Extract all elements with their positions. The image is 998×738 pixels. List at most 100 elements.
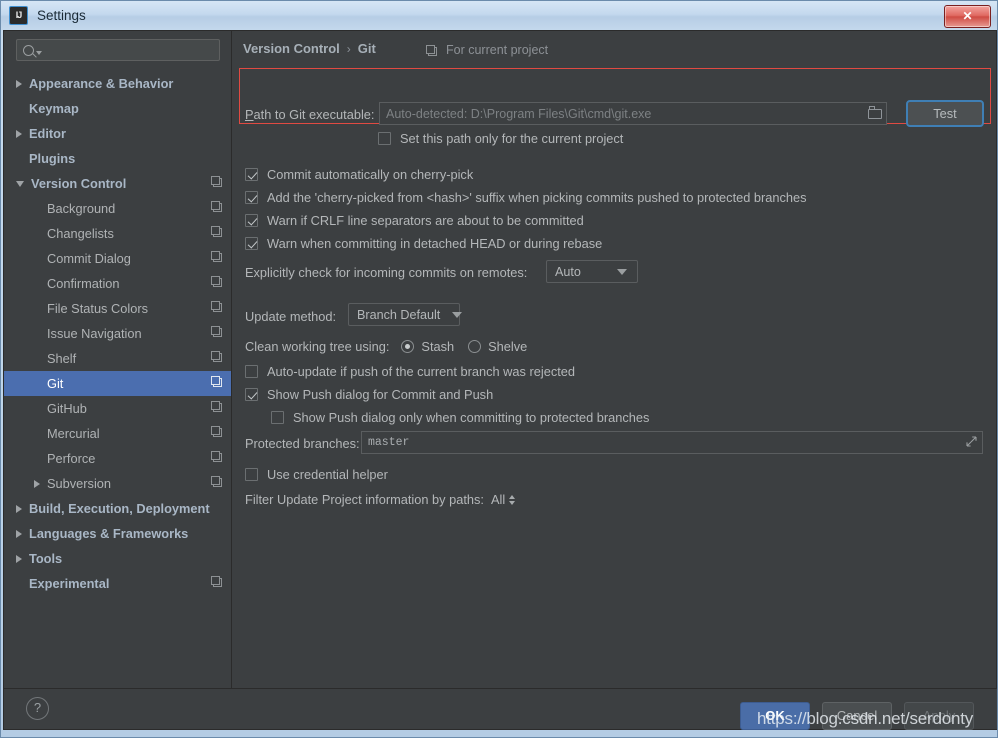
sidebar-item-commit-dialog[interactable]: Commit Dialog xyxy=(4,246,231,271)
copy-icon[interactable] xyxy=(211,426,222,437)
chevron-right-icon[interactable] xyxy=(16,504,22,513)
test-button[interactable]: Test xyxy=(906,100,984,127)
app-icon: IJ xyxy=(9,6,28,25)
copy-icon[interactable] xyxy=(211,251,222,262)
sidebar-item-tools[interactable]: Tools xyxy=(4,546,231,571)
checkbox-box xyxy=(245,388,258,401)
sidebar-item-editor[interactable]: Editor xyxy=(4,121,231,146)
ok-button[interactable]: OK xyxy=(740,702,810,730)
cancel-button[interactable]: Cancel xyxy=(822,702,892,730)
sidebar-item-shelf[interactable]: Shelf xyxy=(4,346,231,371)
update-method-label: Update method: xyxy=(245,309,336,324)
copy-icon[interactable] xyxy=(211,401,222,412)
sidebar-item-label: Appearance & Behavior xyxy=(29,76,174,91)
chevron-down-icon[interactable] xyxy=(16,180,24,187)
chevron-right-icon[interactable] xyxy=(34,479,40,488)
breadcrumb: Version Control › Git xyxy=(243,41,376,56)
filter-paths-spinner[interactable]: All xyxy=(491,492,516,507)
help-icon[interactable]: ? xyxy=(26,697,49,720)
sidebar-item-perforce[interactable]: Perforce xyxy=(4,446,231,471)
chevron-right-icon[interactable] xyxy=(16,129,22,138)
chevron-right-icon[interactable] xyxy=(16,79,22,88)
warn-crlf-checkbox[interactable]: Warn if CRLF line separators are about t… xyxy=(245,213,584,228)
copy-icon[interactable] xyxy=(211,376,222,387)
breadcrumb-root[interactable]: Version Control xyxy=(243,41,340,56)
cherry-picked-suffix-checkbox[interactable]: Add the 'cherry-picked from <hash>' suff… xyxy=(245,190,807,205)
copy-icon[interactable] xyxy=(211,176,222,187)
radio-box xyxy=(468,340,482,353)
sidebar-item-label: File Status Colors xyxy=(47,301,148,316)
clean-tree-stash-label: Stash xyxy=(421,339,455,354)
sidebar-item-mercurial[interactable]: Mercurial xyxy=(4,421,231,446)
sidebar-item-build-execution-deployment[interactable]: Build, Execution, Deployment xyxy=(4,496,231,521)
sidebar-item-label: Languages & Frameworks xyxy=(29,526,189,541)
protected-branches-value: master xyxy=(368,436,410,449)
sidebar-item-languages-frameworks[interactable]: Languages & Frameworks xyxy=(4,521,231,546)
sidebar-item-label: Mercurial xyxy=(47,426,100,441)
commit-automatically-checkbox[interactable]: Commit automatically on cherry-pick xyxy=(245,167,473,182)
copy-icon[interactable] xyxy=(211,576,222,587)
copy-icon[interactable] xyxy=(211,451,222,462)
settings-content: Version Control › Git For current projec… xyxy=(233,31,997,689)
settings-sidebar: Appearance & Behavior Keymap Editor Plugins… xyxy=(4,31,232,689)
sidebar-item-keymap[interactable]: Keymap xyxy=(4,96,231,121)
expand-icon[interactable] xyxy=(966,436,977,447)
apply-button[interactable]: Apply xyxy=(904,702,974,730)
clean-tree-stash-radio[interactable]: Stash xyxy=(401,339,454,354)
copy-icon[interactable] xyxy=(211,226,222,237)
checkbox-box xyxy=(245,237,258,250)
sidebar-item-background[interactable]: Background xyxy=(4,196,231,221)
sidebar-item-version-control[interactable]: Version Control xyxy=(4,171,231,196)
copy-icon[interactable] xyxy=(211,351,222,362)
cherry-picked-suffix-label: Add the 'cherry-picked from <hash>' suff… xyxy=(267,190,807,205)
update-method-text: Update method: xyxy=(245,309,337,324)
credential-helper-checkbox[interactable]: Use credential helper xyxy=(245,467,388,482)
show-push-protected-checkbox[interactable]: Show Push dialog only when committing to… xyxy=(271,410,649,425)
incoming-commits-label: Explicitly check for incoming commits on… xyxy=(245,265,527,280)
sidebar-item-plugins[interactable]: Plugins xyxy=(4,146,231,171)
copy-icon[interactable] xyxy=(211,276,222,287)
sidebar-item-label: Issue Navigation xyxy=(47,326,142,341)
set-path-only-checkbox[interactable]: Set this path only for the current proje… xyxy=(378,131,623,146)
clean-tree-shelve-radio[interactable]: Shelve xyxy=(468,339,527,354)
sidebar-item-subversion[interactable]: Subversion xyxy=(4,471,231,496)
sidebar-item-label: Shelf xyxy=(47,351,77,366)
sidebar-item-github[interactable]: GitHub xyxy=(4,396,231,421)
sidebar-item-appearance-behavior[interactable]: Appearance & Behavior xyxy=(4,71,231,96)
copy-icon[interactable] xyxy=(211,201,222,212)
git-executable-path-input[interactable]: Auto-detected: D:\Program Files\Git\cmd\… xyxy=(379,102,887,125)
show-push-dialog-checkbox[interactable]: Show Push dialog for Commit and Push xyxy=(245,387,493,402)
sidebar-item-issue-navigation[interactable]: Issue Navigation xyxy=(4,321,231,346)
close-icon[interactable]: ✕ xyxy=(944,5,991,28)
chevron-right-icon[interactable] xyxy=(16,529,22,538)
sidebar-item-label: Experimental xyxy=(29,576,110,591)
search-box[interactable] xyxy=(16,39,220,61)
sidebar-item-file-status-colors[interactable]: File Status Colors xyxy=(4,296,231,321)
sidebar-item-confirmation[interactable]: Confirmation xyxy=(4,271,231,296)
sidebar-item-git[interactable]: Git xyxy=(4,371,231,396)
warn-detached-head-label: Warn when committing in detached HEAD or… xyxy=(267,236,603,251)
spinner-arrows-icon xyxy=(509,494,516,505)
auto-update-label: Auto-update if push of the current branc… xyxy=(267,364,576,379)
copy-icon[interactable] xyxy=(211,326,222,337)
copy-icon[interactable] xyxy=(211,476,222,487)
sidebar-item-label: Plugins xyxy=(29,151,76,166)
incoming-commits-select[interactable]: Auto xyxy=(546,260,638,283)
sidebar-item-label: Build, Execution, Deployment xyxy=(29,501,210,516)
warn-detached-head-checkbox[interactable]: Warn when committing in detached HEAD or… xyxy=(245,236,602,251)
sidebar-item-label: Git xyxy=(47,376,64,391)
chevron-right-icon[interactable] xyxy=(16,554,22,563)
sidebar-item-label: Tools xyxy=(29,551,63,566)
scope-indicator: For current project xyxy=(425,43,548,57)
copy-icon[interactable] xyxy=(211,301,222,312)
auto-update-checkbox[interactable]: Auto-update if push of the current branc… xyxy=(245,364,575,379)
sidebar-item-changelists[interactable]: Changelists xyxy=(4,221,231,246)
sidebar-item-label: GitHub xyxy=(47,401,87,416)
update-method-select[interactable]: Branch Default xyxy=(348,303,463,326)
sidebar-item-label: Subversion xyxy=(47,476,112,491)
search-input[interactable] xyxy=(46,42,219,58)
checkbox-box xyxy=(245,168,258,181)
browse-folder-button[interactable] xyxy=(862,102,887,125)
sidebar-item-experimental[interactable]: Experimental xyxy=(4,571,231,596)
protected-branches-input[interactable]: master xyxy=(361,431,983,454)
